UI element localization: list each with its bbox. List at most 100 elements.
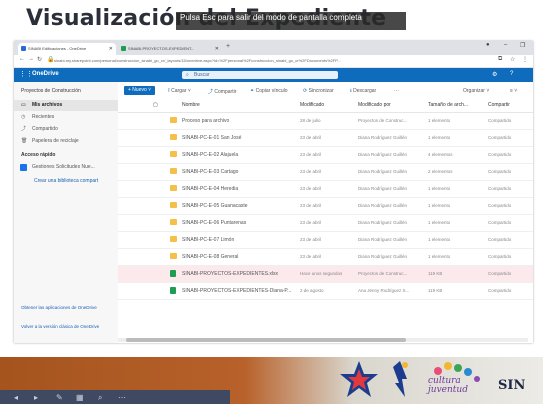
column-sharing[interactable]: Compartir [488,102,510,108]
file-name[interactable]: SINABI-PC-E-04 Heredia [182,186,294,192]
file-name[interactable]: SINABI-PC-E-05 Guanacaste [182,203,294,209]
address-bar: ← → ↻ 🔒 sinabi-my.sharepoint.com/persona… [14,55,533,68]
search-icon: ⌕ [186,72,189,78]
browser-tab-onedrive[interactable]: SINABI Edificaciones - OneDrive ✕ [18,43,116,55]
file-name[interactable]: SINABI-PROYECTOS-EXPEDIENTES-Diana-P... [182,288,294,294]
file-size: 1 elemento [428,118,451,123]
column-modified-by[interactable]: Modificado por [358,102,391,108]
nav-label: Gestiones Solicitudes Nue... [32,164,95,170]
table-row[interactable]: SINABI-PROYECTOS-EXPEDIENTES.xlsx Hace un… [118,266,533,283]
copy-link-button[interactable]: ⚭ Copiar vínculo [250,88,288,94]
extension-icon[interactable]: ⧉ [498,56,502,63]
share-icon: ⤴ [208,89,214,95]
more-commands-icon[interactable]: ··· [394,88,399,94]
table-row[interactable]: SINABI-PC-E-01 San José 23 de abril Diana … [118,130,533,147]
minimize-icon[interactable]: – [504,42,507,48]
column-size[interactable]: Tamaño de arch... [428,102,468,108]
file-name[interactable]: SINABI-PC-E-07 Limón [182,237,294,243]
table-row[interactable]: Proceso para archivo 28 de julio Proyectos… [118,113,533,130]
file-name[interactable]: SINABI-PC-E-03 Cartago [182,169,294,175]
close-tab-icon[interactable]: ✕ [215,43,219,55]
modified-by: Diana Rodríguez Guillén [358,237,408,242]
folder-icon [170,236,177,242]
sharing-status: Compartido [488,118,512,123]
settings-icon[interactable]: ⚙ [492,71,497,78]
get-apps-link[interactable]: Obtener las aplicaciones de OneDrive [21,304,113,311]
forward-icon[interactable]: → [28,56,34,62]
table-row[interactable]: SINABI-PC-E-08 General 23 de abril Diana R… [118,249,533,266]
profile-icon[interactable]: ● [486,42,490,48]
download-icon: ⭳ [350,88,352,94]
modified-by: Proyectos de Construc... [358,118,408,123]
modified-date: 23 de abril [300,220,322,225]
sharing-status: Compartido [488,237,512,242]
sort-button[interactable]: Organizar ˅ [463,88,489,94]
table-row[interactable]: SINABI-PC-E-06 Puntarenas 23 de abril Dian… [118,215,533,232]
sharing-status: Compartido [488,288,512,293]
classic-view-link[interactable]: Volver a la versión clásica de OneDrive [21,323,113,330]
search-placeholder: Buscar [194,72,210,78]
back-icon[interactable]: ← [19,56,25,62]
nav-item-my-files[interactable]: ▭ Mis archivos [14,100,118,111]
more-options-icon[interactable]: ⋯ [118,393,126,402]
sync-button[interactable]: ⟳ Sincronizar [303,88,334,94]
copy-link-label: Copiar vínculo [255,88,288,94]
nav-item-shared[interactable]: ⤴ Compartido [14,124,118,135]
quick-item-gestiones[interactable]: Gestiones Solicitudes Nue... [14,162,118,173]
column-name[interactable]: Nombre [182,102,200,108]
search-input[interactable]: ⌕ Buscar [182,71,338,79]
table-row[interactable]: SINABI-PROYECTOS-EXPEDIENTES-Diana-P... 2… [118,283,533,300]
next-slide-icon[interactable]: ▸ [34,393,38,402]
file-name[interactable]: Proceso para archivo [182,118,294,124]
app-launcher-icon[interactable]: ⋮⋮ [19,70,33,78]
download-button[interactable]: ⭳ Descargar [350,88,376,96]
app-name[interactable]: OneDrive [32,71,59,77]
cultura-logo-text: cultura juventud [428,377,468,395]
onedrive-app-bar: ⋮⋮ OneDrive ⌕ Buscar ⚙ ? [14,68,533,82]
clock-icon: ◷ [21,114,26,120]
maximize-icon[interactable]: ❐ [520,42,525,49]
zoom-icon[interactable]: ⌕ [98,393,102,403]
help-icon[interactable]: ? [510,71,513,77]
url-field[interactable]: sinabi-my.sharepoint.com/personal/constr… [54,57,494,65]
file-name[interactable]: SINABI-PROYECTOS-EXPEDIENTES.xlsx [182,271,294,277]
site-name[interactable]: Proyectos de Construcción [21,88,81,94]
star-icon[interactable]: ☆ [510,56,515,63]
prev-slide-icon[interactable]: ◂ [14,393,18,402]
folder-icon: ▭ [21,102,26,108]
create-library-link[interactable]: Crear una biblioteca compart [34,178,98,184]
menu-dots-icon[interactable]: ⋮ [522,56,528,63]
column-modified[interactable]: Modificado [300,102,324,108]
pen-icon[interactable]: ✎ [56,393,63,402]
figure-logo-icon [393,361,408,397]
scrollbar-thumb[interactable] [126,338,406,342]
library-icon [20,164,27,171]
share-button[interactable]: ⤴ Compartir [208,88,236,95]
file-name[interactable]: SINABI-PC-E-02 Alajuela [182,152,294,158]
close-tab-icon[interactable]: ✕ [109,43,113,55]
folder-icon [170,202,177,208]
excel-file-icon [170,287,176,294]
table-row[interactable]: SINABI-PC-E-05 Guanacaste 23 de abril Dian… [118,198,533,215]
view-options-button[interactable]: ≡ ˅ [510,88,517,94]
nav-item-recent[interactable]: ◷ Recientes [14,112,118,123]
table-row[interactable]: SINABI-PC-E-03 Cartago 23 de abril Diana R… [118,164,533,181]
new-tab-icon[interactable]: + [226,43,230,50]
reload-icon[interactable]: ↻ [37,56,42,63]
share-label: Compartir [214,89,237,95]
upload-button[interactable]: ⭱ Cargar ˅ [168,88,191,96]
table-row[interactable]: SINABI-PC-E-02 Alajuela 23 de abril Diana … [118,147,533,164]
new-button[interactable]: + Nuevo ˅ [124,86,156,95]
browser-tab-excel[interactable]: SINABI-PROYECTOS-EXPEDIENT... ✕ [118,43,222,55]
file-name[interactable]: SINABI-PC-E-06 Puntarenas [182,220,294,226]
nav-item-recycle-bin[interactable]: 🗑 Papelera de reciclaje [14,136,118,147]
file-name[interactable]: SINABI-PC-E-08 General [182,254,294,260]
file-name[interactable]: SINABI-PC-E-01 San José [182,135,294,141]
modified-date: 23 de abril [300,254,322,259]
table-row[interactable]: SINABI-PC-E-07 Limón 23 de abril Diana Rod… [118,232,533,249]
slides-icon[interactable]: ▦ [76,393,84,402]
table-row[interactable]: SINABI-PC-E-04 Heredia 23 de abril Diana R… [118,181,533,198]
file-type-icon[interactable]: ▢ [153,102,158,108]
folder-icon [170,168,177,174]
horizontal-scrollbar[interactable] [118,338,528,342]
